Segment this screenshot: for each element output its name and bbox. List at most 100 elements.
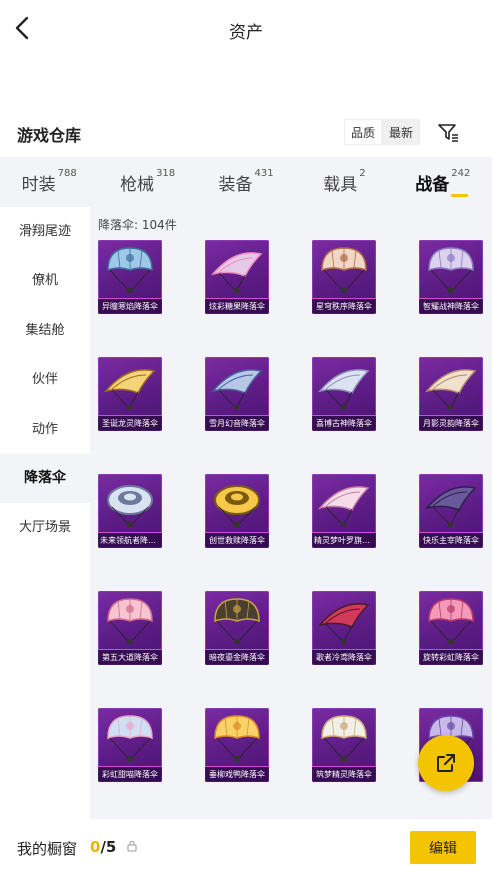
tab-count: 242 (451, 168, 471, 179)
tab-count: 318 (156, 168, 176, 179)
parachute-item-name: 未来领航者降落伞 (98, 532, 162, 548)
parachute-wing-icon (317, 369, 370, 410)
sort-toggle: 品质 最新 (344, 119, 421, 145)
share-button[interactable] (418, 735, 474, 791)
parachute-dome-icon (107, 715, 153, 761)
parachute-item-card[interactable]: 喜博古神降落伞 (312, 357, 376, 431)
parachute-wing-icon (210, 369, 263, 410)
parachute-dome-icon (428, 598, 474, 644)
parachute-item-card[interactable]: 雪月幻音降落伞 (205, 357, 269, 431)
filter-icon (438, 124, 458, 142)
parachute-item-name: 垂柳戏鸭降落伞 (205, 766, 269, 782)
item-content: 降落伞: 104件 异瞳寒焰降落伞 炫彩糖果降落伞 星穹秩序降落伞 智耀战神降落… (90, 207, 492, 819)
category-tabs: 时装788 枪械318 装备431 载具2 战备242 (0, 157, 492, 207)
parachute-item-card[interactable]: 快乐主宰降落伞 (419, 474, 483, 548)
parachute-item-name: 第五大道降落伞 (98, 649, 162, 665)
sidebar-item-emote[interactable]: 动作 (0, 405, 90, 454)
tab-vehicles[interactable]: 载具2 (295, 157, 393, 207)
showcase-label: 我的橱窗 (17, 840, 78, 858)
parachute-item-name: 彩虹甜喵降落伞 (98, 766, 162, 782)
tab-count: 431 (254, 168, 274, 179)
parachute-item-card[interactable]: 月影灵韵降落伞 (419, 357, 483, 431)
parachute-item-name: 精灵梦叶罗旗降落伞 (312, 532, 376, 548)
parachute-item-card[interactable]: 垂柳戏鸭降落伞 (205, 708, 269, 782)
warehouse-title: 游戏仓库 (17, 126, 82, 145)
parachute-item-card[interactable]: 创世救赎降落伞 (205, 474, 269, 548)
parachute-dome-icon (321, 247, 367, 293)
parachute-item-name: 智耀战神降落伞 (419, 298, 483, 314)
parachute-dome-icon (321, 715, 367, 761)
sidebar-item-glide-trail[interactable]: 滑翔尾迹 (0, 207, 90, 256)
tab-label: 时装 (21, 175, 56, 195)
showcase-count: 0/5 (90, 838, 116, 856)
showcase-used: 0 (90, 838, 101, 856)
parachute-item-card[interactable]: 第五大道降落伞 (98, 591, 162, 665)
sidebar-item-wingman[interactable]: 僚机 (0, 256, 90, 305)
parachute-disc-icon (107, 485, 153, 527)
tab-combat-gear[interactable]: 战备242 (394, 157, 492, 207)
parachute-item-name: 暗夜鎏金降落伞 (205, 649, 269, 665)
parachute-item-card[interactable]: 智耀战神降落伞 (419, 240, 483, 314)
parachute-item-name: 歌者冷鸢降落伞 (312, 649, 376, 665)
tab-count: 788 (57, 168, 77, 179)
parachute-item-card[interactable]: 歌者冷鸢降落伞 (312, 591, 376, 665)
parachute-dome-icon (428, 247, 474, 293)
parachute-item-card[interactable]: 未来领航者降落伞 (98, 474, 162, 548)
parachute-wing-icon (103, 369, 156, 410)
parachute-item-name: 旋转彩虹降落伞 (419, 649, 483, 665)
parachute-item-card[interactable]: 精灵梦叶罗旗降落伞 (312, 474, 376, 548)
filter-button[interactable] (436, 120, 460, 144)
parachute-wing-icon (424, 486, 477, 527)
parachute-disc-icon (214, 485, 260, 527)
parachute-item-name: 喜博古神降落伞 (312, 415, 376, 431)
parachute-dome-icon (214, 715, 260, 761)
parachute-item-name: 圣诞龙灵降落伞 (98, 415, 162, 431)
share-external-icon (437, 754, 455, 772)
page-title: 资产 (229, 23, 263, 43)
parachute-item-card[interactable]: 异瞳寒焰降落伞 (98, 240, 162, 314)
parachute-item-card[interactable]: 暗夜鎏金降落伞 (205, 591, 269, 665)
edit-button[interactable]: 编辑 (410, 831, 476, 864)
parachute-item-name: 炫彩糖果降落伞 (205, 298, 269, 314)
sort-option-quality[interactable]: 品质 (344, 119, 383, 145)
assets-page: 资产 游戏仓库 品质 最新 时装788 枪械318 装备431 载具2 战备24… (0, 0, 492, 876)
parachute-dome-icon (107, 598, 153, 644)
tab-label: 载具 (323, 175, 358, 195)
tab-firearms[interactable]: 枪械318 (98, 157, 196, 207)
parachute-item-card[interactable]: 旋转彩虹降落伞 (419, 591, 483, 665)
sidebar-item-companion[interactable]: 伙伴 (0, 355, 90, 404)
sidebar-item-lobby-scene[interactable]: 大厅场景 (0, 503, 90, 552)
sort-option-latest[interactable]: 最新 (382, 119, 421, 145)
parachute-item-name: 星穹秩序降落伞 (312, 298, 376, 314)
parachute-item-name: 雪月幻音降落伞 (205, 415, 269, 431)
parachute-wing-icon (424, 369, 477, 410)
parachute-item-card[interactable]: 筑梦精灵降落伞 (312, 708, 376, 782)
parachute-item-name: 异瞳寒焰降落伞 (98, 298, 162, 314)
sidebar-item-rally-pod[interactable]: 集结舱 (0, 306, 90, 355)
parachute-wing-icon (317, 603, 370, 644)
tab-label: 装备 (218, 175, 253, 195)
subcategory-sidebar: 滑翔尾迹 僚机 集结舱 伙伴 动作 降落伞 大厅场景 (0, 207, 90, 819)
parachute-wing-icon (210, 252, 263, 293)
parachute-item-name: 快乐主宰降落伞 (419, 532, 483, 548)
parachute-item-card[interactable]: 星穹秩序降落伞 (312, 240, 376, 314)
parachute-item-card[interactable]: 彩虹甜喵降落伞 (98, 708, 162, 782)
active-tab-indicator (450, 194, 468, 197)
tab-equipment[interactable]: 装备431 (197, 157, 295, 207)
lock-icon (127, 841, 137, 852)
sidebar-item-parachute[interactable]: 降落伞 (0, 453, 90, 504)
tab-label: 战备 (415, 175, 450, 195)
parachute-item-name: 创世救赎降落伞 (205, 532, 269, 548)
showcase-total: 5 (105, 838, 117, 856)
parachute-wing-icon (317, 486, 370, 527)
tab-label: 枪械 (120, 175, 155, 195)
parachute-item-name: 筑梦精灵降落伞 (312, 766, 376, 782)
tab-fashion[interactable]: 时装788 (0, 157, 98, 207)
warehouse-header: 游戏仓库 品质 最新 (0, 118, 492, 150)
item-count-label: 降落伞: 104件 (98, 218, 177, 232)
parachute-dome-icon (214, 598, 260, 644)
parachute-item-name: 月影灵韵降落伞 (419, 415, 483, 431)
parachute-item-card[interactable]: 炫彩糖果降落伞 (205, 240, 269, 314)
tab-count: 2 (359, 168, 366, 179)
parachute-item-card[interactable]: 圣诞龙灵降落伞 (98, 357, 162, 431)
